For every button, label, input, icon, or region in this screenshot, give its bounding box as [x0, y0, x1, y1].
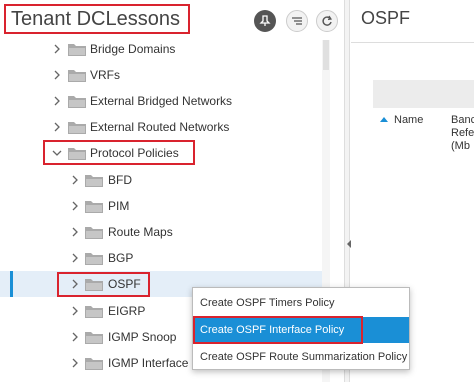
folder-icon [85, 253, 103, 265]
tree-item-label: EIGRP [108, 304, 146, 318]
folder-open-icon [68, 148, 86, 160]
folder-icon [85, 332, 103, 344]
folder-icon [85, 175, 103, 187]
folder-icon [68, 122, 86, 134]
menu-item-create-ospf-route-summarization-policy[interactable]: Create OSPF Route Summarization Policy [193, 344, 409, 370]
tree-item-label: IGMP Interface [108, 356, 189, 370]
menu-item-create-ospf-interface-policy[interactable]: Create OSPF Interface Policy [193, 317, 409, 343]
folder-icon [85, 358, 103, 370]
context-menu: Create OSPF Timers Policy Create OSPF In… [192, 287, 410, 370]
column-header-bandwidth[interactable]: Banc Refe (Mb [451, 114, 474, 153]
chevron-right-icon[interactable] [52, 70, 62, 80]
tree-item-bridge-domains[interactable]: Bridge Domains [0, 36, 322, 62]
folder-icon [85, 306, 103, 318]
chevron-down-icon[interactable] [52, 148, 62, 158]
pin-icon[interactable] [254, 10, 276, 32]
tree-item-vrfs[interactable]: VRFs [0, 62, 322, 88]
chevron-right-icon[interactable] [52, 96, 62, 106]
chevron-right-icon[interactable] [70, 332, 80, 342]
refresh-icon[interactable] [316, 10, 338, 32]
tree-item-label: Route Maps [108, 225, 173, 239]
chevron-right-icon[interactable] [70, 358, 80, 368]
tree-item-route-maps[interactable]: Route Maps [0, 219, 322, 245]
folder-icon [85, 227, 103, 239]
folder-icon [68, 96, 86, 108]
chevron-right-icon[interactable] [70, 201, 80, 211]
tree-item-label: BGP [108, 251, 134, 265]
tree-item-label: IGMP Snoop [108, 330, 177, 344]
folder-icon [85, 279, 103, 291]
tree-item-label: Bridge Domains [90, 42, 176, 56]
page-title: OSPF [361, 8, 411, 28]
sort-ascending-icon[interactable] [380, 117, 388, 122]
tree-item-label: External Routed Networks [90, 120, 230, 134]
tree-item-bfd[interactable]: BFD [0, 167, 322, 193]
tree-item-protocol-policies[interactable]: Protocol Policies [0, 140, 322, 166]
tree-item-external-bridged-networks[interactable]: External Bridged Networks [0, 88, 322, 114]
chevron-right-icon[interactable] [70, 227, 80, 237]
tree-item-label: OSPF [108, 277, 141, 291]
selection-indicator [10, 271, 13, 297]
tree-item-label: Protocol Policies [90, 146, 179, 160]
chevron-right-icon[interactable] [70, 306, 80, 316]
tree-item-label: BFD [108, 173, 132, 187]
chevron-right-icon[interactable] [52, 122, 62, 132]
title-divider [351, 42, 474, 43]
folder-icon [68, 44, 86, 56]
table-header-bar [373, 80, 474, 108]
column-header-name[interactable]: Name [394, 114, 423, 126]
chevron-right-icon[interactable] [70, 253, 80, 263]
tree-item-label: External Bridged Networks [90, 94, 233, 108]
tree-item-pim[interactable]: PIM [0, 193, 322, 219]
chevron-right-icon[interactable] [52, 44, 62, 54]
folder-icon [68, 70, 86, 82]
chevron-right-icon[interactable] [70, 279, 80, 289]
menu-item-create-ospf-timers-policy[interactable]: Create OSPF Timers Policy [193, 290, 409, 316]
chevron-right-icon[interactable] [70, 175, 80, 185]
tree-item-bgp[interactable]: BGP [0, 245, 322, 271]
folder-icon [85, 201, 103, 213]
tenant-title: Tenant DCLessons [4, 4, 190, 34]
tree-item-label: PIM [108, 199, 130, 213]
tree-scrollbar-thumb[interactable] [323, 40, 329, 70]
tree-item-label: VRFs [90, 68, 120, 82]
tree-item-external-routed-networks[interactable]: External Routed Networks [0, 114, 322, 140]
filter-list-icon[interactable] [286, 10, 308, 32]
